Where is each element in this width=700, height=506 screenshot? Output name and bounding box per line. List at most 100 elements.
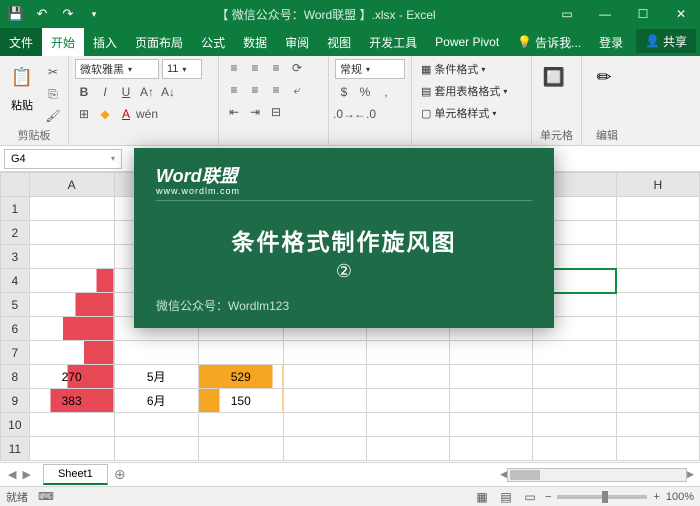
paste-button[interactable]: 📋: [6, 59, 38, 95]
clipboard-label: 剪贴板: [6, 127, 62, 145]
align-right-icon[interactable]: ≡: [267, 81, 285, 99]
wrap-icon[interactable]: ⤶: [288, 81, 306, 99]
horizontal-scrollbar[interactable]: [507, 468, 687, 482]
orientation-icon[interactable]: ⟳: [288, 59, 306, 77]
col-header[interactable]: A: [29, 173, 114, 197]
close-icon[interactable]: ✕: [662, 0, 700, 28]
row-header[interactable]: 1: [1, 197, 30, 221]
cell-style-button[interactable]: ▢单元格样式▾: [418, 103, 499, 123]
cell-c9[interactable]: 150: [198, 389, 283, 413]
zoom-level[interactable]: 100%: [666, 491, 694, 503]
share-button[interactable]: 👤共享: [636, 29, 696, 53]
cell-c8[interactable]: 529: [198, 365, 283, 389]
shrink-font-icon[interactable]: A↓: [159, 83, 177, 101]
copy-icon[interactable]: ⎘: [44, 85, 62, 103]
border-icon[interactable]: ⊞: [75, 105, 93, 123]
login-link[interactable]: 登录: [590, 28, 632, 56]
qat-dropdown-icon[interactable]: ▾: [84, 4, 104, 24]
font-name-combo[interactable]: 微软雅黑▾: [75, 59, 159, 79]
italic-button[interactable]: I: [96, 83, 114, 101]
redo-icon[interactable]: ↷: [58, 4, 78, 24]
cells-button[interactable]: 🔲: [538, 59, 570, 95]
group-cells: 🔲 单元格: [532, 56, 582, 145]
cond-format-icon: ▦: [421, 63, 431, 76]
group-styles: ▦条件格式▾ ▤套用表格格式▾ ▢单元格样式▾: [412, 56, 532, 145]
dec-indent-icon[interactable]: ⇤: [225, 103, 243, 121]
minimize-icon[interactable]: —: [586, 0, 624, 28]
bold-button[interactable]: B: [75, 83, 93, 101]
tab-developer[interactable]: 开发工具: [360, 28, 426, 56]
tell-me[interactable]: 💡告诉我...: [508, 34, 590, 51]
phonetic-icon[interactable]: wén: [138, 105, 156, 123]
view-normal-icon[interactable]: ▦: [473, 488, 491, 506]
maximize-icon[interactable]: ☐: [624, 0, 662, 28]
align-center-icon[interactable]: ≡: [246, 81, 264, 99]
sheet-nav-prev-icon[interactable]: ◀: [8, 468, 16, 481]
conditional-format-button[interactable]: ▦条件格式▾: [418, 59, 488, 79]
tab-home[interactable]: 开始: [42, 28, 84, 56]
font-size-combo[interactable]: 11▾: [162, 59, 202, 79]
cut-icon[interactable]: ✂: [44, 63, 62, 81]
bulb-icon: 💡: [517, 35, 532, 49]
align-left-icon[interactable]: ≡: [225, 81, 243, 99]
ribbon-options-icon[interactable]: ▭: [548, 0, 586, 28]
table-format-button[interactable]: ▤套用表格格式▾: [418, 81, 510, 101]
currency-icon[interactable]: $: [335, 83, 353, 101]
fill-color-icon[interactable]: ◆: [96, 105, 114, 123]
sheet-nav-next-icon[interactable]: ▶: [22, 468, 30, 481]
inc-decimal-icon[interactable]: .0→: [335, 105, 353, 123]
zoom-slider[interactable]: [557, 495, 647, 499]
scroll-left-icon[interactable]: ◀: [500, 469, 507, 480]
cell-style-icon: ▢: [421, 107, 431, 120]
undo-icon[interactable]: ↶: [32, 4, 52, 24]
tab-insert[interactable]: 插入: [84, 28, 126, 56]
tab-data[interactable]: 数据: [234, 28, 276, 56]
inc-indent-icon[interactable]: ⇥: [246, 103, 264, 121]
underline-button[interactable]: U: [117, 83, 135, 101]
overlay-footer: 微信公众号：Wordlm123: [156, 297, 532, 314]
cells-label: 单元格: [538, 127, 575, 145]
ribbon: 📋 粘贴 ✂ ⎘ 🖌 剪贴板 微软雅黑▾ 11▾ B I U A↑ A↓: [0, 56, 700, 146]
font-color-icon[interactable]: A: [117, 105, 135, 123]
view-break-icon[interactable]: ▭: [521, 488, 539, 506]
group-editing: ✏ 编辑: [582, 56, 632, 145]
editing-label: 编辑: [588, 127, 626, 145]
grow-font-icon[interactable]: A↑: [138, 83, 156, 101]
editing-button[interactable]: ✏: [588, 59, 620, 95]
tab-review[interactable]: 审阅: [276, 28, 318, 56]
percent-icon[interactable]: %: [356, 83, 374, 101]
quick-access-toolbar: 💾 ↶ ↷ ▾: [0, 4, 104, 24]
tab-powerpivot[interactable]: Power Pivot: [426, 28, 508, 56]
number-format-combo[interactable]: 常规▾: [335, 59, 405, 79]
zoom-in-icon[interactable]: +: [653, 491, 659, 503]
tab-view[interactable]: 视图: [318, 28, 360, 56]
align-top-icon[interactable]: ≡: [225, 59, 243, 77]
tab-file[interactable]: 文件: [0, 28, 42, 56]
scroll-right-icon[interactable]: ▶: [687, 469, 694, 480]
share-icon: 👤: [645, 34, 660, 48]
tab-formula[interactable]: 公式: [192, 28, 234, 56]
sheet-tab[interactable]: Sheet1: [43, 464, 108, 485]
status-ready: 就绪: [6, 489, 28, 505]
format-painter-icon[interactable]: 🖌: [44, 107, 62, 125]
tab-layout[interactable]: 页面布局: [126, 28, 192, 56]
sheet-tabs-bar: ◀ ▶ Sheet1 ⊕ ◀ ▶: [0, 462, 700, 486]
cell-b8[interactable]: 5月: [114, 365, 198, 389]
align-bot-icon[interactable]: ≡: [267, 59, 285, 77]
cell-a9[interactable]: 383: [29, 389, 114, 413]
paste-label: 粘贴: [11, 97, 33, 113]
group-alignment: ≡≡≡⟳ ≡≡≡⤶ ⇤⇥⊟: [219, 56, 329, 145]
cell-b9[interactable]: 6月: [114, 389, 198, 413]
name-box[interactable]: G4▾: [4, 149, 122, 169]
save-icon[interactable]: 💾: [6, 4, 26, 24]
overlay-number: ②: [156, 261, 532, 282]
align-mid-icon[interactable]: ≡: [246, 59, 264, 77]
view-layout-icon[interactable]: ▤: [497, 488, 515, 506]
col-header[interactable]: H: [616, 173, 699, 197]
zoom-out-icon[interactable]: −: [545, 491, 551, 503]
cell-a8[interactable]: 270: [29, 365, 114, 389]
add-sheet-button[interactable]: ⊕: [108, 466, 132, 483]
merge-icon[interactable]: ⊟: [267, 103, 285, 121]
comma-icon[interactable]: ,: [377, 83, 395, 101]
dec-decimal-icon[interactable]: ←.0: [356, 105, 374, 123]
